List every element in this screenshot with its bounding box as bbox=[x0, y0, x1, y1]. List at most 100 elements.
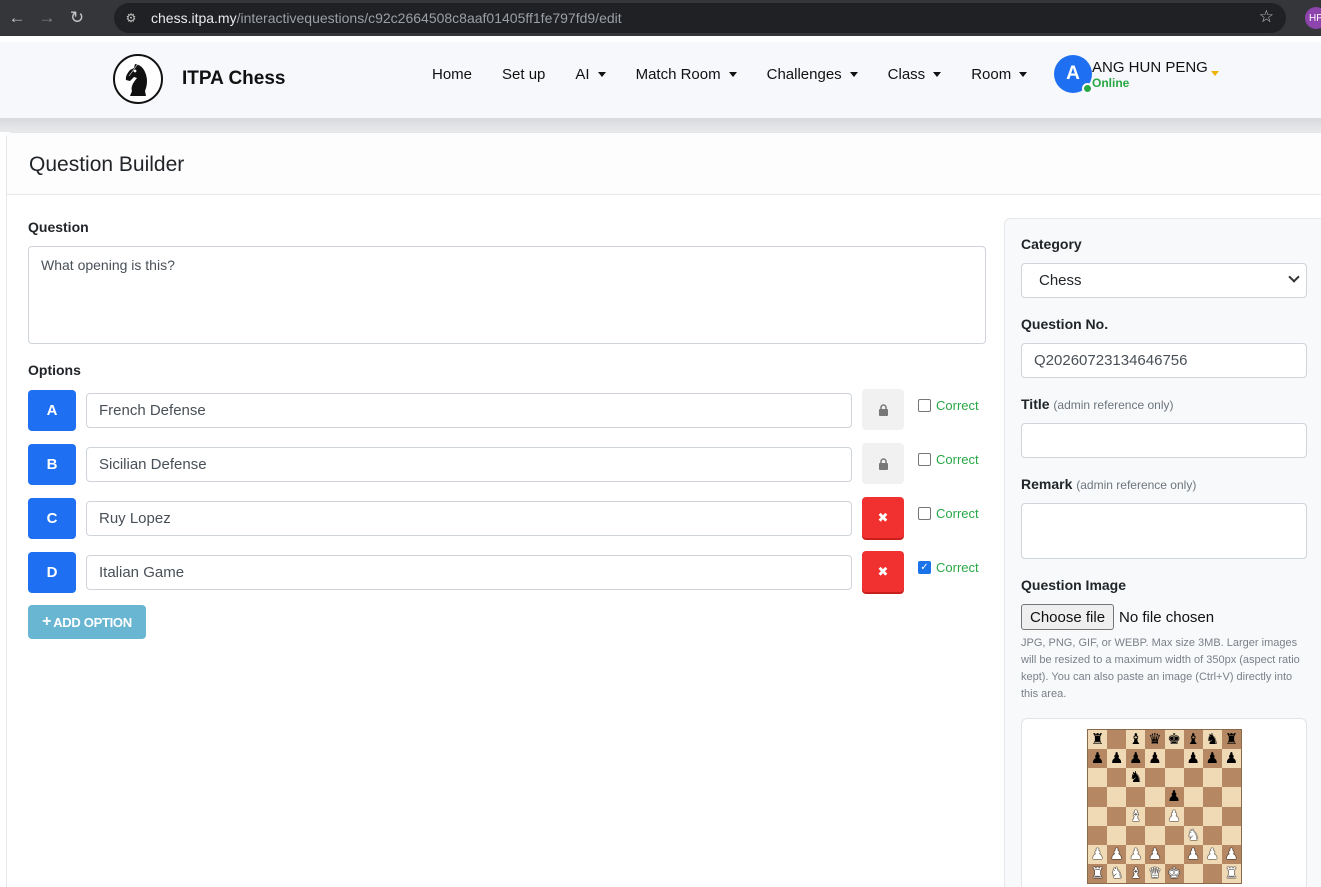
correct-label: Correct bbox=[936, 452, 979, 467]
nav-setup[interactable]: Set up bbox=[502, 66, 545, 83]
board-square: ♚ bbox=[1164, 730, 1184, 750]
option-c-input[interactable] bbox=[86, 501, 852, 536]
board-square bbox=[1126, 787, 1146, 807]
nav-room-label: Room bbox=[971, 66, 1012, 83]
board-square: ♞ bbox=[1202, 730, 1222, 750]
title-hint: (admin reference only) bbox=[1053, 398, 1174, 412]
option-b-lock-button[interactable] bbox=[862, 443, 904, 484]
options-label: Options bbox=[28, 362, 81, 378]
nav-home[interactable]: Home bbox=[432, 66, 472, 83]
board-square: ♜ bbox=[1088, 863, 1108, 883]
board-square: ♛ bbox=[1145, 730, 1165, 750]
lock-icon bbox=[878, 457, 888, 470]
brand-name[interactable]: ITPA Chess bbox=[182, 68, 285, 90]
option-c-delete-button[interactable]: ✖ bbox=[862, 497, 904, 538]
caret-down-icon bbox=[728, 72, 737, 77]
board-square bbox=[1221, 806, 1241, 826]
board-square: ♟ bbox=[1221, 749, 1241, 769]
address-bar[interactable]: ⚙ chess.itpa.my/interactivequestions/c92… bbox=[114, 3, 1286, 33]
knight-logo-icon[interactable] bbox=[113, 54, 163, 104]
board-square: ♟ bbox=[1107, 749, 1127, 769]
option-c-correct-checkbox[interactable] bbox=[918, 507, 931, 520]
forward-arrow-icon[interactable]: → bbox=[34, 5, 60, 31]
option-b-input[interactable] bbox=[86, 447, 852, 482]
option-a-input[interactable] bbox=[86, 393, 852, 428]
option-a-correct[interactable]: Correct bbox=[918, 398, 979, 413]
title-input[interactable] bbox=[1021, 423, 1307, 458]
board-square bbox=[1164, 844, 1184, 864]
nav-room[interactable]: Room bbox=[971, 66, 1028, 83]
nav-match-room[interactable]: Match Room bbox=[636, 66, 737, 83]
nav-home-label: Home bbox=[432, 66, 473, 83]
board-square bbox=[1107, 825, 1127, 845]
choose-file-button[interactable]: Choose file bbox=[1021, 604, 1115, 630]
option-a-lock-button[interactable] bbox=[862, 389, 904, 430]
board-square: ♝ bbox=[1126, 863, 1146, 883]
board-square: ♜ bbox=[1221, 730, 1241, 750]
board-square bbox=[1145, 825, 1165, 845]
file-input[interactable]: Choose file No file chosen bbox=[1021, 604, 1214, 630]
bookmark-star-icon[interactable]: ☆ bbox=[1259, 7, 1274, 27]
board-square: ♟ bbox=[1183, 749, 1203, 769]
option-b-correct-checkbox[interactable] bbox=[918, 453, 931, 466]
option-b-letter: B bbox=[28, 444, 76, 485]
white-pawn-icon: ♟ bbox=[1090, 844, 1105, 863]
site-settings-icon[interactable]: ⚙ bbox=[120, 7, 142, 29]
add-option-label: ADD OPTION bbox=[53, 614, 132, 630]
browser-profile-avatar[interactable]: HP bbox=[1305, 7, 1321, 29]
question-textarea[interactable]: What opening is this? bbox=[28, 246, 986, 344]
reload-icon[interactable]: ↻ bbox=[64, 5, 90, 31]
lock-icon bbox=[878, 403, 888, 416]
option-a-correct-checkbox[interactable] bbox=[918, 399, 931, 412]
board-square: ♞ bbox=[1183, 825, 1203, 845]
add-option-button[interactable]: + ADD OPTION bbox=[28, 605, 146, 639]
card-header: Question Builder bbox=[7, 133, 1321, 195]
user-menu-caret-icon[interactable] bbox=[1211, 71, 1219, 76]
nav-class[interactable]: Class bbox=[888, 66, 942, 83]
title-label: Title bbox=[1021, 396, 1050, 412]
board-square bbox=[1202, 787, 1222, 807]
category-value: Chess bbox=[1039, 272, 1082, 289]
board-square bbox=[1107, 730, 1127, 750]
navbar-shadow bbox=[0, 118, 1321, 132]
category-select[interactable]: Chess bbox=[1021, 263, 1307, 298]
board-square bbox=[1126, 825, 1146, 845]
white-bishop-icon: ♝ bbox=[1129, 863, 1143, 882]
black-pawn-icon: ♟ bbox=[1186, 749, 1200, 768]
nav-match-room-label: Match Room bbox=[635, 66, 721, 83]
question-no-input[interactable] bbox=[1021, 343, 1307, 378]
option-d-correct-checkbox[interactable]: ✓ bbox=[918, 561, 931, 574]
option-d-delete-button[interactable]: ✖ bbox=[862, 551, 904, 592]
back-arrow-icon[interactable]: ← bbox=[4, 5, 30, 31]
black-pawn-icon: ♟ bbox=[1224, 749, 1239, 768]
board-square bbox=[1088, 806, 1108, 826]
black-bishop-icon: ♝ bbox=[1186, 730, 1200, 749]
file-status: No file chosen bbox=[1119, 608, 1215, 626]
board-square: ♟ bbox=[1088, 844, 1108, 864]
board-square bbox=[1164, 825, 1184, 845]
option-d-input[interactable] bbox=[86, 555, 852, 590]
option-d-correct[interactable]: ✓ Correct bbox=[918, 560, 979, 575]
remark-textarea[interactable] bbox=[1021, 503, 1307, 559]
board-square: ♝ bbox=[1183, 730, 1203, 750]
board-square bbox=[1107, 806, 1127, 826]
board-square bbox=[1183, 768, 1203, 788]
option-a-letter: A bbox=[28, 390, 76, 431]
black-pawn-icon: ♟ bbox=[1148, 749, 1162, 768]
option-c-correct[interactable]: Correct bbox=[918, 506, 979, 521]
option-d-letter: D bbox=[28, 552, 76, 593]
correct-label: Correct bbox=[936, 506, 979, 521]
question-label: Question bbox=[28, 219, 89, 235]
url-host: chess.itpa.my bbox=[151, 10, 237, 26]
black-bishop-icon: ♝ bbox=[1129, 730, 1143, 749]
user-name[interactable]: ANG HUN PENG bbox=[1092, 59, 1208, 76]
question-no-label: Question No. bbox=[1021, 316, 1109, 332]
board-square bbox=[1145, 787, 1165, 807]
nav-ai[interactable]: AI bbox=[575, 66, 606, 83]
board-square: ♟ bbox=[1183, 844, 1203, 864]
board-square bbox=[1202, 825, 1222, 845]
option-b-correct[interactable]: Correct bbox=[918, 452, 979, 467]
board-square: ♞ bbox=[1107, 863, 1127, 883]
white-pawn-icon: ♟ bbox=[1148, 844, 1162, 863]
nav-challenges[interactable]: Challenges bbox=[767, 66, 858, 83]
